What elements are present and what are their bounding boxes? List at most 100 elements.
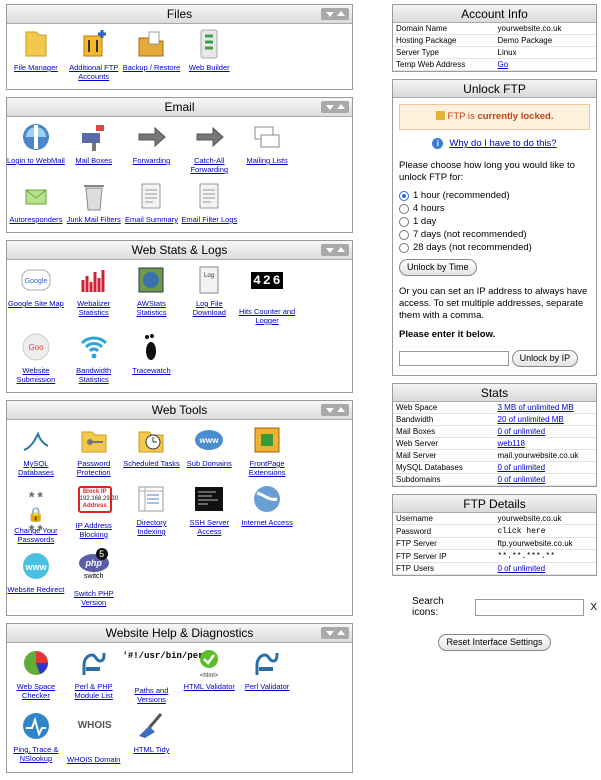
tool-link[interactable]: Mail Boxes: [75, 156, 112, 165]
forwarding-icon[interactable]: [135, 121, 167, 153]
awstats-icon[interactable]: [135, 264, 167, 296]
unlock-duration-option[interactable]: 1 day: [399, 216, 590, 228]
tool-link[interactable]: Autoresponders: [9, 215, 62, 224]
tool-link[interactable]: Switch PHP Version: [74, 589, 114, 607]
tool-item[interactable]: SSH Server Access: [180, 483, 238, 544]
unlock-duration-option[interactable]: 1 hour (recommended): [399, 190, 590, 202]
search-input[interactable]: [475, 598, 585, 616]
tool-link[interactable]: Junk Mail Filters: [67, 215, 121, 224]
terminal-icon[interactable]: [193, 483, 225, 515]
tool-item[interactable]: 426 Hits Counter and Logger: [238, 264, 296, 325]
whois-icon[interactable]: WHOIS: [78, 720, 112, 752]
redirect-icon[interactable]: www: [20, 550, 52, 582]
radio-button[interactable]: [399, 217, 409, 227]
internet-icon[interactable]: [251, 483, 283, 515]
tool-link[interactable]: FrontPage Extensions: [249, 459, 286, 477]
info-value-link[interactable]: 0 of unlimited: [498, 475, 546, 484]
tool-link[interactable]: File Manager: [14, 63, 58, 72]
block-ip-icon[interactable]: Block IP 192.168.29.30 Address: [77, 486, 118, 518]
tool-item[interactable]: Bandwidth Statistics: [65, 331, 123, 384]
tool-item[interactable]: Tracewatch: [123, 331, 181, 384]
footprint-icon[interactable]: [135, 331, 167, 363]
tool-item[interactable]: Webalizer Statistics: [65, 264, 123, 325]
tool-link[interactable]: WHOIS Domain: [67, 755, 120, 764]
tool-item[interactable]: Catch-All Forwarding: [180, 121, 238, 174]
tool-item[interactable]: www Sub Domains: [180, 424, 238, 477]
tool-item[interactable]: Ping, Trace & NSlookup: [7, 710, 65, 764]
tool-item[interactable]: Block IP 192.168.29.30 Address IP Address B…: [65, 483, 123, 544]
tool-item[interactable]: Perl Validator: [238, 647, 296, 704]
tool-link[interactable]: Scheduled Tasks: [123, 459, 180, 468]
tool-item[interactable]: php 5 switch Switch PHP Version: [65, 548, 123, 607]
perl-path-icon[interactable]: '#!/usr/bin/perl': [122, 651, 214, 683]
tool-link[interactable]: MySQL Databases: [18, 459, 54, 477]
tool-link[interactable]: HTML Tidy: [134, 745, 170, 754]
trash-icon[interactable]: [78, 180, 110, 212]
info-value-link[interactable]: 0 of unlimited: [498, 427, 546, 436]
php-switch-icon[interactable]: php 5 switch: [78, 548, 110, 586]
tool-item[interactable]: MySQL Databases: [7, 424, 65, 477]
tool-link[interactable]: Catch-All Forwarding: [191, 156, 229, 174]
tool-item[interactable]: Scheduled Tasks: [123, 424, 181, 477]
tool-link[interactable]: Ping, Trace & NSlookup: [13, 745, 58, 763]
google-submit-icon[interactable]: Goo: [20, 331, 52, 363]
tool-link[interactable]: Log File Download: [193, 299, 226, 317]
tool-item[interactable]: Email Summary: [123, 180, 181, 224]
unlock-duration-option[interactable]: 7 days (not recommended): [399, 229, 590, 241]
html-check-icon[interactable]: <html>: [193, 647, 225, 679]
tool-link[interactable]: Website Redirect: [7, 585, 64, 594]
tool-item[interactable]: Mail Boxes: [65, 121, 123, 174]
summary-icon[interactable]: [135, 180, 167, 212]
tool-item[interactable]: Log Log File Download: [180, 264, 238, 325]
tool-link[interactable]: Internet Access: [241, 518, 292, 527]
wifi-icon[interactable]: [78, 331, 110, 363]
counter-icon[interactable]: 426: [251, 272, 284, 304]
tool-link[interactable]: Password Protection: [77, 459, 111, 477]
mailbox-icon[interactable]: [78, 121, 110, 153]
tool-item[interactable]: Email Filter Logs: [180, 180, 238, 224]
tool-link[interactable]: IP Address Blocking: [76, 521, 112, 539]
tool-link[interactable]: Web Space Checker: [17, 682, 56, 700]
tool-link[interactable]: Web Builder: [189, 63, 230, 72]
tool-link[interactable]: Email Summary: [125, 215, 178, 224]
collapse-toggle-icon[interactable]: [321, 627, 349, 639]
tool-item[interactable]: Backup / Restore: [123, 28, 181, 81]
broom-icon[interactable]: [135, 710, 167, 742]
radio-button[interactable]: [399, 243, 409, 253]
pie-chart-icon[interactable]: [20, 647, 52, 679]
collapse-toggle-icon[interactable]: [321, 244, 349, 256]
info-value-link[interactable]: 0 of unlimited: [498, 463, 546, 472]
tool-item[interactable]: Password Protection: [65, 424, 123, 477]
tool-item[interactable]: **🔒** Change Your Passwords: [7, 483, 65, 544]
tool-link[interactable]: AWStats Statistics: [136, 299, 166, 317]
tool-item[interactable]: HTML Tidy: [123, 710, 181, 764]
camel-icon[interactable]: [251, 647, 283, 679]
mysql-icon[interactable]: [20, 424, 52, 456]
tool-link[interactable]: Forwarding: [133, 156, 171, 165]
tool-item[interactable]: Web Space Checker: [7, 647, 65, 704]
log-file-icon[interactable]: Log: [193, 264, 225, 296]
www-icon[interactable]: www: [193, 424, 225, 456]
tool-item[interactable]: Login to WebMail: [7, 121, 65, 174]
tool-item[interactable]: File Manager: [7, 28, 65, 81]
unlock-duration-option[interactable]: 28 days (not recommended): [399, 242, 590, 254]
tool-item[interactable]: Directory Indexing: [123, 483, 181, 544]
search-clear-button[interactable]: X: [590, 602, 597, 613]
tool-item[interactable]: Goo Website Submission: [7, 331, 65, 384]
frontpage-icon[interactable]: [251, 424, 283, 456]
tool-item[interactable]: '#!/usr/bin/perl' Paths and Versions: [122, 647, 214, 704]
mailing-list-icon[interactable]: [251, 121, 283, 153]
tool-item[interactable]: Internet Access: [238, 483, 296, 544]
tool-item[interactable]: Junk Mail Filters: [65, 180, 123, 224]
info-value-link[interactable]: Go: [498, 60, 509, 69]
unlock-by-time-button[interactable]: Unlock by Time: [399, 259, 477, 276]
ping-icon[interactable]: [20, 710, 52, 742]
tool-link[interactable]: Email Filter Logs: [181, 215, 237, 224]
tool-link[interactable]: Webalizer Statistics: [77, 299, 110, 317]
tool-link[interactable]: Sub Domains: [187, 459, 232, 468]
catch-all-icon[interactable]: [193, 121, 225, 153]
collapse-toggle-icon[interactable]: [321, 404, 349, 416]
tool-item[interactable]: Google Google Site Map: [7, 264, 65, 325]
tool-link[interactable]: Hits Counter and Logger: [239, 307, 295, 325]
tool-link[interactable]: Mailing Lists: [246, 156, 287, 165]
